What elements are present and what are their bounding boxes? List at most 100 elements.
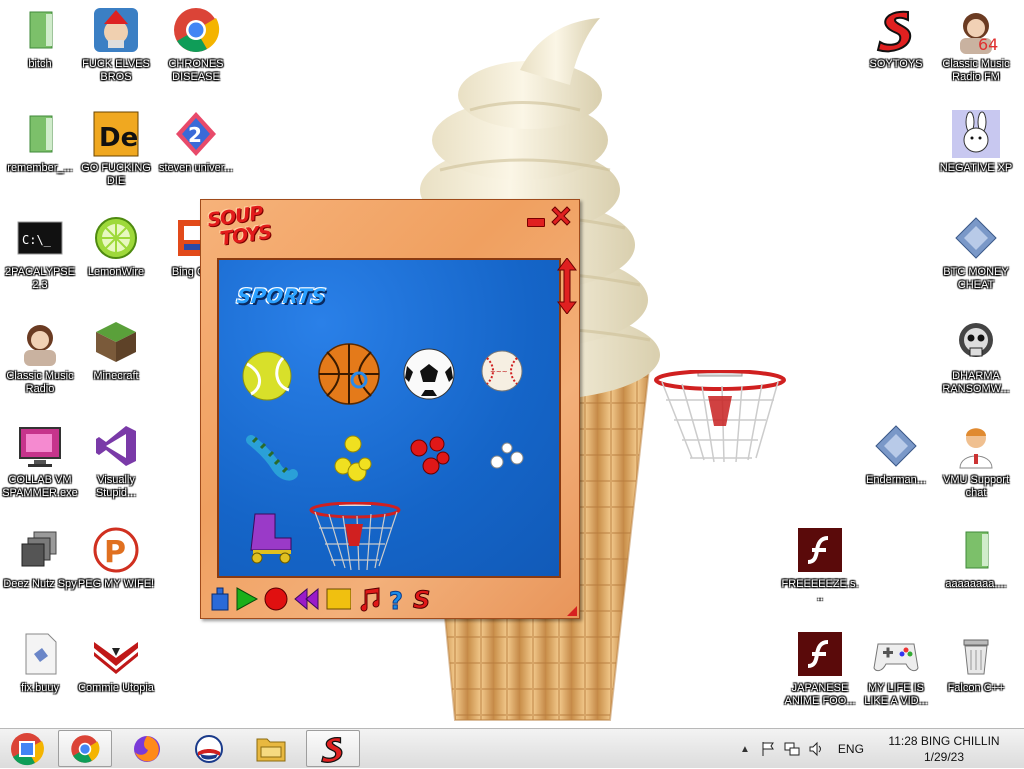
yellow-balls-icon[interactable] — [323, 428, 383, 488]
desktop-icon-commie-utopia[interactable]: Commie Utopia — [76, 624, 156, 720]
music-icon[interactable] — [357, 586, 383, 612]
desktop-icon-minecraft[interactable]: Minecraft — [76, 312, 156, 408]
play-icon[interactable] — [233, 586, 259, 612]
start-button[interactable] — [2, 730, 52, 767]
flash-icon — [796, 630, 844, 678]
bucket-icon[interactable] — [207, 586, 233, 612]
desktop-icon-classic-music-radio[interactable]: Classic Music Radio — [0, 312, 80, 408]
desktop-icon-bitch[interactable]: bitch — [0, 0, 80, 96]
rewind-icon[interactable] — [293, 586, 319, 612]
stop-icon[interactable] — [325, 586, 351, 612]
start-orb-icon — [11, 732, 44, 765]
taskbar-firefox[interactable] — [120, 730, 174, 767]
toy-panel: SPORTS ~~~ — [217, 258, 561, 578]
network-icon[interactable] — [784, 741, 800, 757]
lemonwire-icon — [92, 214, 140, 262]
svg-text:2: 2 — [188, 123, 202, 147]
gamepad-icon — [872, 630, 920, 678]
show-hidden-icons-icon[interactable]: ▲ — [740, 744, 750, 755]
taskbar-file-explorer[interactable] — [244, 730, 298, 767]
resize-grip[interactable] — [567, 606, 577, 616]
visual-studio-icon — [92, 422, 140, 470]
desktop-icon-collab-vm-spammer[interactable]: COLLAB VM SPAMMER.exe — [0, 416, 80, 512]
close-button[interactable] — [549, 204, 573, 228]
svg-text:C:\_: C:\_ — [22, 233, 52, 247]
desktop-icon-vmu-support-chat[interactable]: VMU Support chat — [936, 416, 1016, 512]
desktop-icon-remember[interactable]: remember_... — [0, 104, 80, 200]
desktop-icon-enderman[interactable]: Enderman... — [856, 416, 936, 512]
svg-text:De: De — [99, 123, 138, 153]
desktop-icon-steven-universe[interactable]: 2 steven univer... — [156, 104, 236, 200]
baseball-icon[interactable]: ~~~ — [477, 346, 527, 396]
desktop-icon-freeeeeze[interactable]: FREEEEEZE.s... — [780, 520, 860, 616]
help-icon[interactable]: ? — [385, 586, 411, 613]
support-icon — [952, 422, 1000, 470]
desktop-icon-chrones-disease[interactable]: CHRONES DISEASE — [156, 0, 236, 96]
scroll-arrows[interactable] — [557, 258, 577, 314]
taskbar-soup-toys[interactable] — [306, 730, 360, 767]
desktop-icon-go-fucking-die[interactable]: De GO FUCKING DIE — [76, 104, 156, 200]
windows-stack-icon — [16, 526, 64, 574]
roller-skate-icon[interactable] — [241, 508, 301, 568]
soccer-ball-icon[interactable] — [399, 344, 459, 404]
minimize-button[interactable] — [527, 218, 545, 227]
commie-icon — [92, 630, 140, 678]
taskbar-chrome[interactable] — [58, 730, 112, 767]
desktop-icon-japanese-anime[interactable]: JAPANESE ANIME FOO... — [780, 624, 860, 720]
desktop-icon-classic-music-radio-fm[interactable]: 64 Classic Music Radio FM — [936, 0, 1016, 96]
desktop-icon-peg-my-wife[interactable]: P PEG MY WIFE! — [76, 520, 156, 616]
tennis-ball-icon[interactable] — [237, 344, 297, 404]
desktop-icon-fix-buuy[interactable]: fix.buuy — [0, 624, 80, 720]
bunny-icon — [952, 110, 1000, 158]
basketball-icon[interactable] — [315, 340, 385, 410]
taskbar: ▲ ENG 11:28 BING CHILLIN 1/29/23 — [0, 728, 1024, 768]
soup-s-icon[interactable]: S — [411, 586, 437, 612]
basketball-hoop-icon[interactable] — [307, 502, 403, 572]
folder-icon — [256, 738, 286, 761]
monitor-icon — [16, 422, 64, 470]
skull-icon — [952, 318, 1000, 366]
desktop-icon-btc-money-cheat[interactable]: BTC MONEY CHEAT — [936, 208, 1016, 304]
desktop-icon-dharma-ransomware[interactable]: DHARMA RANSOMW... — [936, 312, 1016, 408]
cmd-icon: C:\_ — [16, 214, 64, 262]
system-tray: ▲ ENG — [740, 729, 864, 769]
basketball-hoop-toy[interactable] — [652, 370, 788, 466]
soup-toys-icon — [872, 6, 920, 54]
desktop-icon-lemonwire[interactable]: LemonWire — [76, 208, 156, 304]
svg-text:P: P — [104, 535, 126, 570]
taskbar-obama[interactable] — [182, 730, 236, 767]
peg-icon: P — [92, 526, 140, 574]
desktop-icon-fuck-elves-bros[interactable]: FUCK ELVES BROS — [76, 0, 156, 96]
clock[interactable]: 11:28 BING CHILLIN 1/29/23 — [874, 733, 1014, 765]
portrait-icon — [16, 318, 64, 366]
de-app-icon: De — [92, 110, 140, 158]
desktop-icon-falcon-cpp[interactable]: Falcon C++ — [936, 624, 1016, 720]
desktop-icon-2pacalypse[interactable]: C:\_ 2PACALYPSE 2.3 — [0, 208, 80, 304]
diamond-icon — [952, 214, 1000, 262]
desktop-icon-deez-nutz-spy[interactable]: Deez Nutz Spy — [0, 520, 80, 616]
flash-icon — [796, 526, 844, 574]
soup-toys-window[interactable]: SOUP TOYS SPORTS ~~~ ? S — [200, 199, 580, 619]
script-file-icon — [16, 630, 64, 678]
caterpillar-icon[interactable] — [241, 428, 301, 488]
green-file-icon — [16, 6, 64, 54]
firefox-icon — [134, 735, 160, 762]
desktop-icon-my-life[interactable]: MY LIFE IS LIKE A VID... — [856, 624, 936, 720]
red-balls-icon[interactable] — [399, 428, 459, 488]
volume-icon[interactable] — [808, 741, 824, 757]
language-indicator[interactable]: ENG — [838, 742, 864, 756]
minecraft-icon — [92, 318, 140, 366]
record-icon[interactable] — [263, 586, 289, 612]
clock-time: 11:28 BING CHILLIN — [888, 734, 1000, 748]
desktop-icon-aaaaaaaa[interactable]: aaaaaaaa.... — [936, 520, 1016, 616]
desktop-icon-negative-xp[interactable]: NEGATIVE XP — [936, 104, 1016, 200]
desktop-icon-soytoys[interactable]: SOYTOYS — [856, 0, 936, 96]
soup-toys-logo: SOUP TOYS — [206, 202, 278, 257]
white-balls-icon[interactable] — [477, 428, 537, 488]
desktop-icon-visually-stupid[interactable]: Visually Stupid... — [76, 416, 156, 512]
clock-date: 1/29/23 — [923, 750, 965, 764]
action-center-flag-icon[interactable] — [760, 741, 776, 757]
portrait-icon: 64 — [952, 6, 1000, 54]
green-file-icon — [952, 526, 1000, 574]
soup-toolbar: ? S — [207, 586, 447, 612]
